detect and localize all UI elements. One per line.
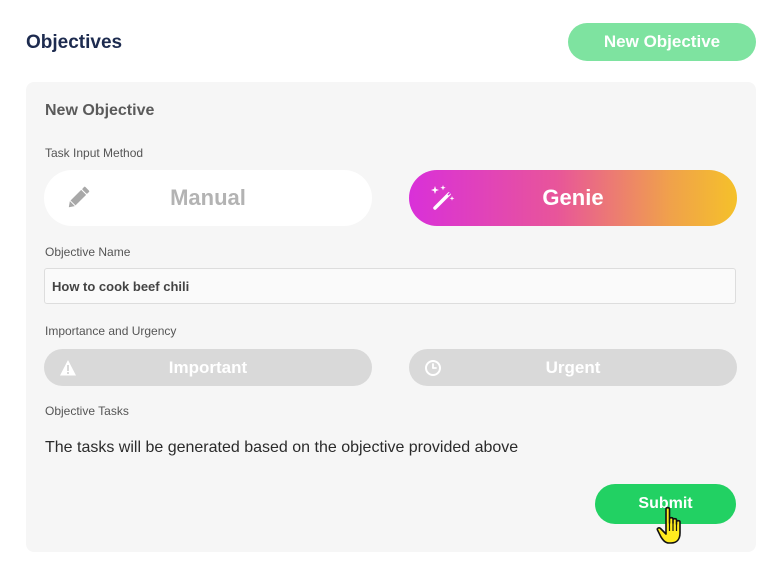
objective-tasks-label: Objective Tasks <box>45 404 129 418</box>
clock-icon <box>424 359 442 377</box>
new-objective-card: New Objective Task Input Method Manual G… <box>26 82 756 552</box>
manual-method-button[interactable]: Manual <box>44 170 372 226</box>
page-title: Objectives <box>26 32 123 53</box>
card-title: New Objective <box>45 102 155 119</box>
task-input-method-label: Task Input Method <box>45 146 144 160</box>
hand-pointer-cursor-icon <box>656 506 690 546</box>
warning-icon <box>59 359 77 377</box>
important-toggle[interactable]: Important <box>44 349 372 386</box>
magic-wand-icon <box>429 184 457 212</box>
page-header: Objectives New Objective <box>26 22 756 62</box>
tasks-message: The tasks will be generated based on the… <box>45 439 519 456</box>
objective-name-input[interactable]: How to cook beef chili <box>44 268 736 304</box>
objective-name-label: Objective Name <box>45 245 131 259</box>
urgent-toggle[interactable]: Urgent <box>409 349 737 386</box>
genie-method-button[interactable]: Genie <box>409 170 737 226</box>
manual-method-label: Manual <box>170 185 246 210</box>
new-objective-button[interactable]: New Objective <box>568 23 756 61</box>
importance-urgency-label: Importance and Urgency <box>45 324 177 338</box>
genie-method-label: Genie <box>542 185 604 210</box>
urgent-label: Urgent <box>545 357 601 377</box>
pencil-icon <box>64 184 92 212</box>
important-label: Important <box>168 357 248 377</box>
